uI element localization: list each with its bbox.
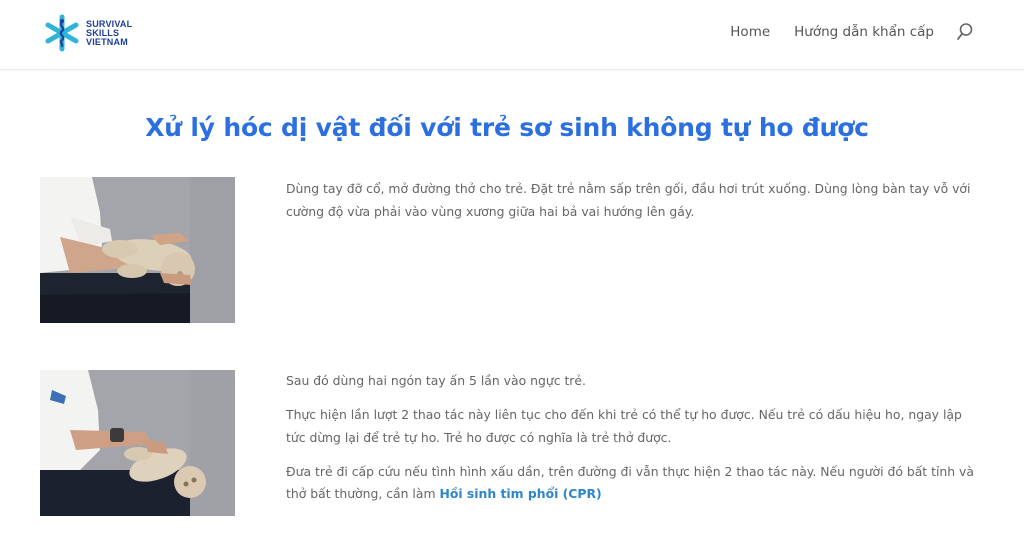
- page-title: Xử lý hóc dị vật đối với trẻ sơ sinh khô…: [145, 113, 869, 142]
- step-2-paragraph-3: Đưa trẻ đi cấp cứu nếu tình hình xấu dần…: [286, 461, 976, 506]
- infant-back-blows-illustration: [40, 177, 235, 323]
- search-icon[interactable]: [956, 22, 974, 42]
- nav-emergency-guide[interactable]: Hướng dẫn khẩn cấp: [794, 24, 934, 40]
- step-1-text: Dùng tay đỡ cổ, mở đường thở cho trẻ. Đặ…: [286, 178, 976, 235]
- step-2-paragraph-2: Thực hiện lần lượt 2 thao tác này liên t…: [286, 407, 962, 445]
- step-2-paragraph-3-text: Đưa trẻ đi cấp cứu nếu tình hình xấu dần…: [286, 463, 974, 502]
- main-nav: Home Hướng dẫn khẩn cấp: [706, 22, 974, 42]
- step-2-paragraph-1: Sau đó dùng hai ngón tay ấn 5 lần vào ng…: [286, 373, 586, 388]
- site-header: SURVIVAL SKILLS VIETNAM Home Hướng dẫn k…: [0, 0, 1024, 70]
- step-2-text: Sau đó dùng hai ngón tay ấn 5 lần vào ng…: [286, 370, 976, 517]
- logo-line-3: VIETNAM: [86, 36, 128, 47]
- step-2-photo: [40, 370, 235, 516]
- step-1-paragraph-1: Dùng tay đỡ cổ, mở đường thở cho trẻ. Đặ…: [286, 181, 971, 219]
- step-1-photo: [40, 177, 235, 323]
- site-logo[interactable]: SURVIVAL SKILLS VIETNAM: [42, 12, 132, 54]
- infant-chest-thrusts-illustration: [40, 370, 235, 516]
- logo-text: SURVIVAL SKILLS VIETNAM: [86, 19, 132, 47]
- cpr-link[interactable]: Hồi sinh tim phổi (CPR): [439, 486, 601, 501]
- medical-star-icon: [45, 14, 79, 52]
- nav-home[interactable]: Home: [730, 24, 770, 40]
